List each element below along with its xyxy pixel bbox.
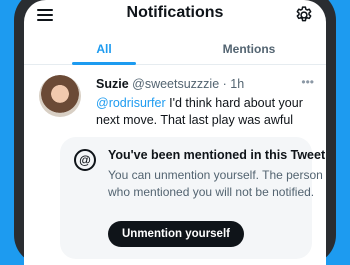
- mention-link[interactable]: @rodrisurfer: [96, 96, 166, 110]
- unmention-button[interactable]: Unmention yourself: [108, 221, 244, 247]
- tweet-header: Suzie @sweetsuzzzie · 1h: [96, 77, 244, 91]
- avatar[interactable]: [39, 75, 81, 117]
- gear-icon[interactable]: [294, 5, 314, 25]
- top-bar: Notifications: [24, 0, 326, 34]
- tweet-text: @rodrisurfer I'd think hard about your n…: [96, 95, 326, 129]
- notification-tabs: All Mentions: [24, 34, 326, 65]
- card-title: You've been mentioned in this Tweet: [108, 148, 326, 162]
- mention-info-card: @ You've been mentioned in this Tweet Yo…: [60, 137, 325, 259]
- tab-all[interactable]: All: [84, 42, 124, 56]
- tweet-notification[interactable]: Suzie @sweetsuzzzie · 1h ••• @rodrisurfe…: [24, 65, 326, 259]
- at-sign-icon: @: [74, 149, 96, 171]
- author-handle[interactable]: @sweetsuzzzie: [132, 77, 219, 91]
- tab-mentions[interactable]: Mentions: [204, 42, 294, 56]
- phone-frame: Notifications All Mentions Suzie @sweets…: [14, 0, 336, 265]
- page-title: Notifications: [126, 4, 224, 21]
- tweet-time: 1h: [230, 77, 245, 91]
- card-description: You can unmention yourself. The person w…: [108, 168, 323, 199]
- ellipsis-icon[interactable]: •••: [301, 75, 314, 89]
- author-name[interactable]: Suzie: [96, 77, 129, 91]
- meta-separator: ·: [219, 77, 231, 91]
- app-screen: Notifications All Mentions Suzie @sweets…: [24, 0, 326, 265]
